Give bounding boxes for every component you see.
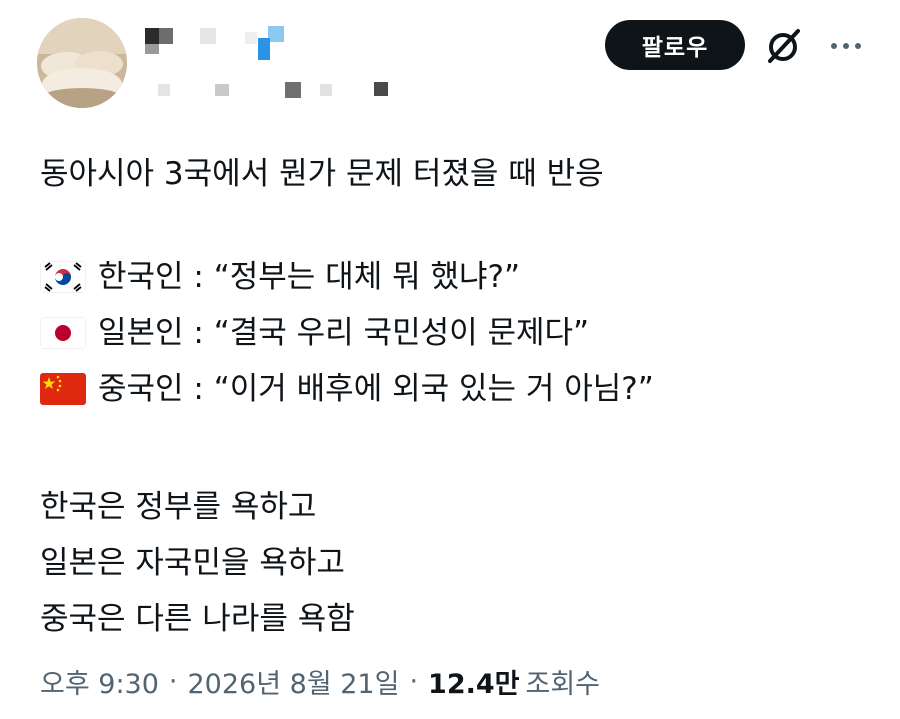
korea-flag-icon: [40, 261, 86, 293]
separator-dot: ·: [409, 666, 419, 697]
views-label: 조회수: [525, 669, 601, 700]
follow-button[interactable]: 팔로우: [605, 20, 745, 70]
china-flag-icon: [40, 373, 86, 405]
japan-reaction: 일본인 : “결국 우리 국민성이 문제다”: [40, 305, 880, 361]
grok-icon[interactable]: [764, 26, 804, 66]
japan-flag-icon: [40, 317, 86, 349]
korea-reaction-text: 한국인 : “정부는 대체 뭐 했냐?”: [98, 259, 521, 295]
summary-text-3: 중국은 다른 나라를 욕함: [40, 601, 355, 637]
summary-line-1: 한국은 정부를 욕하고: [40, 479, 880, 535]
summary-text-1: 한국은 정부를 욕하고: [40, 489, 317, 525]
summary-line-2: 일본은 자국민을 욕하고: [40, 535, 880, 591]
separator-dot: ·: [168, 666, 178, 697]
views-count[interactable]: 12.4만: [428, 662, 519, 701]
post-date[interactable]: 2026년 8월 21일: [188, 662, 400, 701]
tweet-body: 동아시아 3국에서 뭔가 문제 터졌을 때 반응 한국인 : “정부는 대체 뭐…: [40, 146, 880, 647]
tweet-meta: 오후 9:30 · 2026년 8월 21일 · 12.4만 조회수: [40, 662, 600, 701]
tweet-line-intro: 동아시아 3국에서 뭔가 문제 터졌을 때 반응: [40, 146, 880, 202]
summary-line-3: 중국은 다른 나라를 욕함: [40, 591, 880, 647]
avatar[interactable]: [37, 18, 127, 108]
korea-reaction: 한국인 : “정부는 대체 뭐 했냐?”: [40, 249, 880, 305]
china-reaction-text: 중국인 : “이거 배후에 외국 있는 거 아님?”: [98, 371, 654, 407]
more-icon[interactable]: [828, 32, 864, 60]
summary-text-2: 일본은 자국민을 욕하고: [40, 545, 345, 581]
post-time[interactable]: 오후 9:30: [40, 662, 159, 701]
username-blurred[interactable]: [140, 24, 400, 104]
china-reaction: 중국인 : “이거 배후에 외국 있는 거 아님?”: [40, 361, 880, 417]
japan-reaction-text: 일본인 : “결국 우리 국민성이 문제다”: [98, 315, 590, 351]
tweet-header: 팔로우: [0, 0, 900, 130]
intro-text: 동아시아 3국에서 뭔가 문제 터졌을 때 반응: [40, 156, 604, 192]
